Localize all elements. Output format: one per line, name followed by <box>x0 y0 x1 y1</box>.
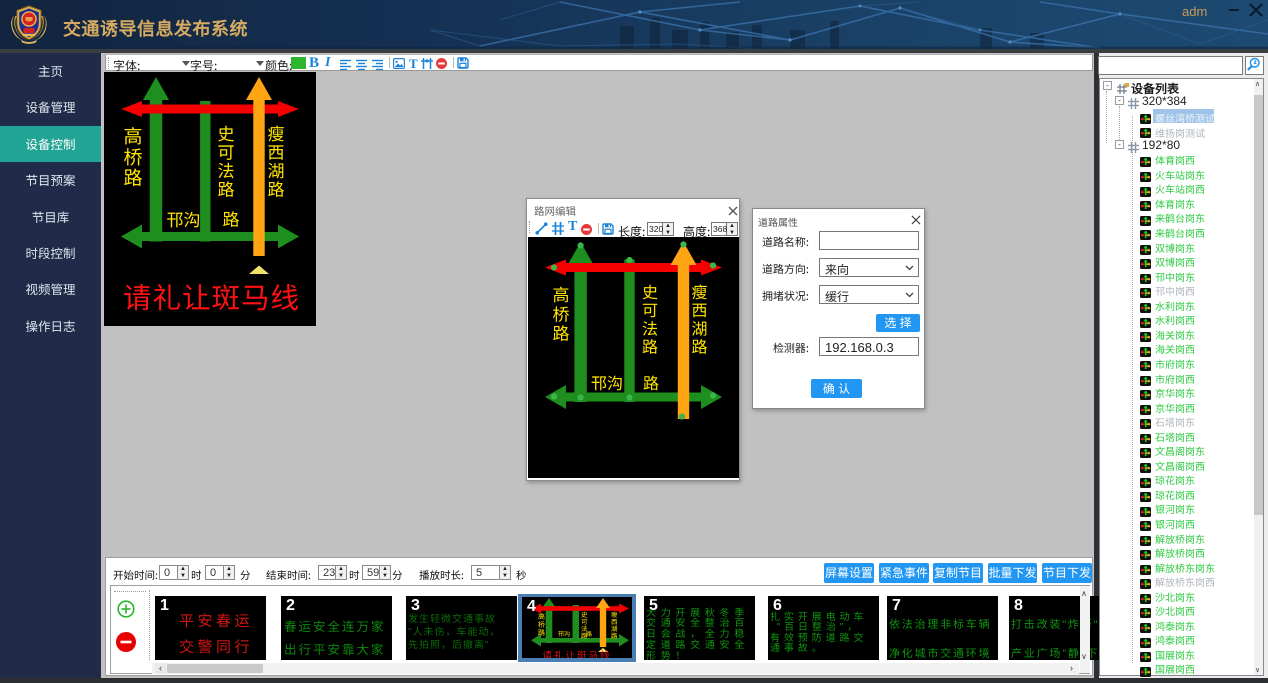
svg-text:路: 路 <box>538 628 545 638</box>
svg-text:路: 路 <box>223 206 240 231</box>
svg-text:路: 路 <box>642 334 658 358</box>
svg-text:路: 路 <box>123 164 142 191</box>
svg-text:路: 路 <box>268 176 285 201</box>
svg-text:路: 路 <box>643 370 659 394</box>
svg-text:邗: 邗 <box>167 206 184 231</box>
svg-text:路: 路 <box>586 629 592 638</box>
svg-text:沟: 沟 <box>184 206 201 231</box>
svg-text:邗沟: 邗沟 <box>558 629 570 638</box>
svg-text:请礼让斑马线: 请礼让斑马线 <box>542 648 611 659</box>
svg-text:路: 路 <box>218 176 235 201</box>
svg-text:路: 路 <box>611 630 618 640</box>
svg-text:请礼让斑马线: 请礼让斑马线 <box>123 276 300 317</box>
svg-text:路: 路 <box>691 334 707 358</box>
svg-text:路: 路 <box>553 320 570 345</box>
svg-text:邗: 邗 <box>591 370 607 394</box>
svg-text:沟: 沟 <box>607 370 623 394</box>
